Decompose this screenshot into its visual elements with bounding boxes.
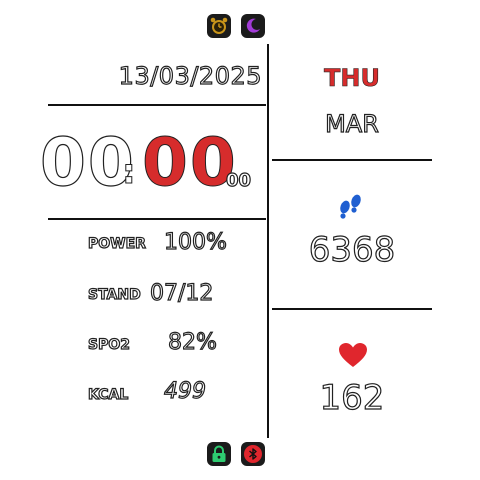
- vertical-divider: [267, 44, 269, 438]
- footprints-icon: [340, 194, 361, 219]
- divider-steps: [272, 308, 432, 310]
- heart-rate-value: 162: [319, 377, 385, 418]
- stat-label-stand: STAND: [87, 286, 141, 303]
- stat-label-power: POWER: [87, 235, 146, 252]
- stat-label-spo2: SPO2: [87, 336, 130, 353]
- stat-label-kcal: KCAL: [87, 386, 129, 403]
- sleep-mode-status[interactable]: [241, 14, 265, 38]
- alarm-icon: [210, 17, 228, 34]
- day-text: THU: [324, 64, 381, 93]
- divider-date: [48, 104, 266, 106]
- time-separator: :: [122, 152, 137, 193]
- month-text: MAR: [324, 109, 379, 138]
- heart-icon: [339, 343, 367, 367]
- divider-time: [48, 218, 266, 220]
- moon-icon: [246, 18, 260, 33]
- minutes-text: 00: [142, 124, 238, 202]
- date-text: 13/03/2025: [118, 61, 262, 90]
- stat-value-spo2: 82%: [167, 329, 217, 355]
- lock-icon: [212, 445, 226, 462]
- stat-value-power: 100%: [163, 229, 227, 255]
- alarm-status[interactable]: [207, 14, 231, 38]
- seconds-text: 00: [225, 169, 252, 191]
- divider-month: [272, 159, 432, 161]
- bluetooth-icon: [244, 445, 262, 463]
- steps-value: 6368: [308, 229, 396, 270]
- stat-value-stand: 07/12: [149, 280, 214, 306]
- stat-value-kcal: 499: [163, 378, 206, 404]
- lock-status[interactable]: [207, 442, 231, 466]
- bluetooth-status[interactable]: [241, 442, 265, 466]
